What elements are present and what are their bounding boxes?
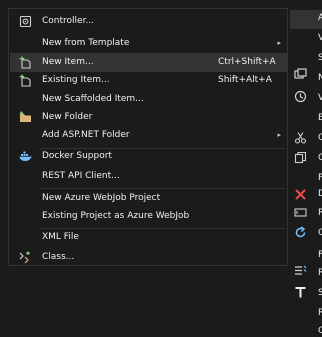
new-item-icon — [19, 56, 31, 69]
menu-item-controller[interactable]: Controller... — [10, 12, 287, 31]
menu-item-label: Class... — [42, 252, 75, 262]
menu-item-new-scaffolded-item[interactable]: New Scaffolded Item... — [10, 90, 287, 109]
menu-item-shortcut: Shift+Alt+A — [218, 75, 272, 85]
parent-menu-item-label[interactable]: F — [318, 250, 322, 260]
menu-item-new-folder[interactable]: New Folder — [10, 108, 287, 127]
parent-menu-item-label[interactable]: C — [318, 326, 322, 336]
refresh-icon — [295, 226, 306, 238]
parent-menu-item-label[interactable]: C — [318, 153, 322, 163]
parent-menu-item-label[interactable]: N — [318, 73, 322, 83]
folder-icon — [19, 111, 31, 122]
rename-icon — [294, 208, 307, 217]
menu-item-label: Existing Project as Azure WebJob — [42, 211, 190, 221]
menu-item-xml-file[interactable]: XML File — [10, 228, 287, 247]
text-icon — [295, 287, 306, 298]
parent-menu-item-label[interactable]: R — [318, 208, 322, 218]
menu-item-label: New Folder — [42, 112, 93, 122]
menu-item-shortcut: Ctrl+Shift+A — [218, 57, 276, 67]
parent-menu-item-label[interactable]: P — [318, 173, 322, 183]
parent-menu-item-label[interactable]: S — [318, 53, 322, 63]
parent-menu-item-label[interactable]: R — [318, 268, 322, 278]
properties-icon — [295, 265, 307, 275]
menu-item-label: Docker Support — [42, 151, 112, 161]
menu-item-label: XML File — [42, 232, 79, 242]
menu-item-label: REST API Client... — [42, 171, 120, 181]
history-icon — [294, 90, 307, 103]
parent-menu-item-label[interactable]: S — [318, 288, 322, 298]
menu-item-label: Controller... — [42, 16, 95, 26]
menu-item-label: New from Template — [42, 38, 130, 48]
delete-icon — [295, 189, 306, 200]
parent-menu-item-label[interactable]: V — [318, 93, 322, 103]
parent-menu-item-label[interactable]: R — [318, 308, 322, 318]
menu-item-new-item[interactable]: New Item... Ctrl+Shift+A — [10, 53, 287, 72]
menu-item-label: New Azure WebJob Project — [42, 193, 161, 203]
submenu-arrow-icon: ▸ — [277, 39, 281, 47]
class-icon — [19, 251, 30, 264]
parent-menu-item-add-label[interactable]: A — [318, 13, 322, 23]
add-submenu: Controller... New from Template ▸ New It… — [8, 8, 288, 266]
menu-item-existing-item[interactable]: Existing Item... Shift+Alt+A — [10, 71, 287, 90]
scissors-icon — [294, 132, 307, 144]
menu-item-add-aspnet-folder[interactable]: Add ASP.NET Folder ▸ — [10, 126, 287, 145]
menu-item-existing-project-as-azure-webjob[interactable]: Existing Project as Azure WebJob — [10, 207, 287, 226]
menu-item-new-azure-webjob-project[interactable]: New Azure WebJob Project — [10, 189, 287, 208]
menu-item-label: Existing Item... — [42, 75, 110, 85]
menu-item-docker-support[interactable]: Docker Support — [10, 147, 287, 166]
existing-item-icon — [19, 74, 31, 87]
parent-menu-item-label[interactable]: D — [318, 189, 322, 199]
copy-icon — [294, 151, 307, 164]
menu-item-class[interactable]: Class... — [10, 248, 287, 267]
menu-item-label: New Scaffolded Item... — [42, 94, 144, 104]
menu-item-rest-api-client[interactable]: REST API Client... — [10, 167, 287, 186]
window-icon — [294, 68, 307, 79]
parent-menu-item-label[interactable]: V — [318, 33, 322, 43]
menu-item-label: New Item... — [42, 57, 94, 67]
parent-menu-item-label[interactable]: C — [318, 133, 322, 143]
parent-menu-item-label[interactable]: B — [318, 113, 322, 123]
menu-item-new-from-template[interactable]: New from Template ▸ — [10, 34, 287, 53]
parent-menu-item-label[interactable]: G — [318, 228, 322, 238]
docker-icon — [19, 151, 32, 161]
screenshot-root: A V S N V B C C P D R G F R S R C Contro… — [0, 0, 322, 337]
menu-item-label: Add ASP.NET Folder — [42, 130, 130, 140]
submenu-arrow-icon: ▸ — [277, 131, 281, 139]
parent-context-menu: A V S N V B C C P D R G F R S R C — [288, 0, 322, 337]
controller-icon — [19, 15, 32, 28]
